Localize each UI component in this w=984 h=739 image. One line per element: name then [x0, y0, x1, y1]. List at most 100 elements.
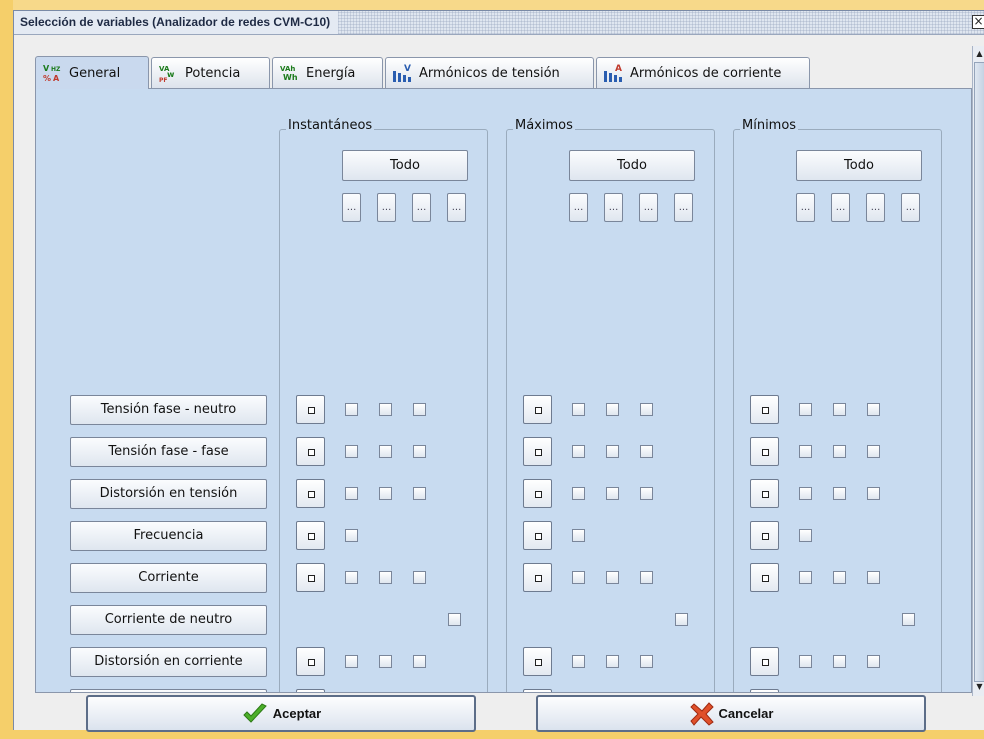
row-select-all-toggle[interactable] — [750, 521, 779, 550]
variable-checkbox[interactable] — [833, 403, 846, 416]
variable-checkbox[interactable] — [379, 487, 392, 500]
neutral-current-checkbox[interactable] — [448, 613, 461, 626]
row-select-all-toggle[interactable] — [523, 479, 552, 508]
todo-button[interactable]: Todo — [796, 150, 922, 181]
phase-select-button[interactable]: ... — [604, 193, 623, 222]
variable-checkbox[interactable] — [606, 403, 619, 416]
row-select-all-toggle[interactable] — [523, 521, 552, 550]
variable-row-button[interactable]: Tensión fase - neutro — [70, 395, 267, 425]
variable-checkbox[interactable] — [345, 571, 358, 584]
vertical-scrollbar[interactable]: ▲ ▼ — [972, 46, 984, 696]
variable-checkbox[interactable] — [799, 529, 812, 542]
phase-select-button[interactable]: ... — [447, 193, 466, 222]
variable-checkbox[interactable] — [640, 445, 653, 458]
variable-checkbox[interactable] — [413, 571, 426, 584]
phase-select-button[interactable]: ... — [569, 193, 588, 222]
variable-checkbox[interactable] — [572, 487, 585, 500]
row-select-all-toggle[interactable] — [750, 647, 779, 676]
phase-select-button[interactable]: ... — [796, 193, 815, 222]
phase-select-button[interactable]: ... — [342, 193, 361, 222]
variable-checkbox[interactable] — [867, 403, 880, 416]
variable-checkbox[interactable] — [379, 571, 392, 584]
phase-select-button[interactable]: ... — [377, 193, 396, 222]
row-select-all-toggle[interactable] — [750, 437, 779, 466]
variable-checkbox[interactable] — [572, 445, 585, 458]
phase-select-button[interactable]: ... — [412, 193, 431, 222]
variable-checkbox[interactable] — [640, 655, 653, 668]
variable-row-button[interactable]: Corriente — [70, 563, 267, 593]
variable-row-button[interactable]: Distorsión en corriente — [70, 647, 267, 677]
variable-checkbox[interactable] — [799, 445, 812, 458]
variable-checkbox[interactable] — [379, 655, 392, 668]
row-select-all-toggle[interactable] — [750, 479, 779, 508]
tab-armonicos-tension[interactable]: V Armónicos de tensión — [385, 57, 594, 88]
row-select-all-toggle[interactable] — [296, 479, 325, 508]
phase-select-button[interactable]: ... — [866, 193, 885, 222]
variable-checkbox[interactable] — [413, 487, 426, 500]
phase-select-button[interactable]: ... — [831, 193, 850, 222]
variable-checkbox[interactable] — [379, 445, 392, 458]
variable-checkbox[interactable] — [799, 403, 812, 416]
variable-checkbox[interactable] — [345, 445, 358, 458]
variable-row-button[interactable]: Frecuencia — [70, 521, 267, 551]
row-select-all-toggle[interactable] — [523, 395, 552, 424]
tab-general[interactable]: V HZ % A General — [35, 56, 149, 89]
variable-row-button[interactable]: Distorsión en tensión — [70, 479, 267, 509]
variable-row-button[interactable]: Corriente de neutro — [70, 605, 267, 635]
variable-checkbox[interactable] — [345, 403, 358, 416]
variable-checkbox[interactable] — [799, 655, 812, 668]
variable-checkbox[interactable] — [413, 403, 426, 416]
variable-checkbox[interactable] — [799, 571, 812, 584]
phase-select-button[interactable]: ... — [674, 193, 693, 222]
neutral-current-checkbox[interactable] — [902, 613, 915, 626]
row-select-all-toggle[interactable] — [750, 689, 779, 692]
variable-checkbox[interactable] — [833, 445, 846, 458]
row-select-all-toggle[interactable] — [523, 689, 552, 692]
scroll-down-icon[interactable]: ▼ — [974, 680, 984, 694]
variable-checkbox[interactable] — [345, 529, 358, 542]
variable-checkbox[interactable] — [413, 445, 426, 458]
scroll-thumb[interactable] — [974, 62, 984, 682]
variable-checkbox[interactable] — [345, 487, 358, 500]
row-select-all-toggle[interactable] — [296, 521, 325, 550]
cancel-button[interactable]: Cancelar — [536, 695, 926, 732]
row-select-all-toggle[interactable] — [296, 647, 325, 676]
variable-checkbox[interactable] — [606, 571, 619, 584]
variable-row-button[interactable]: Tensión fase - fase — [70, 437, 267, 467]
close-icon[interactable]: × — [972, 15, 984, 29]
variable-checkbox[interactable] — [413, 655, 426, 668]
variable-checkbox[interactable] — [867, 487, 880, 500]
row-select-all-toggle[interactable] — [750, 395, 779, 424]
row-select-all-toggle[interactable] — [296, 563, 325, 592]
todo-button[interactable]: Todo — [342, 150, 468, 181]
row-select-all-toggle[interactable] — [523, 437, 552, 466]
phase-select-button[interactable]: ... — [639, 193, 658, 222]
variable-checkbox[interactable] — [345, 655, 358, 668]
variable-checkbox[interactable] — [867, 655, 880, 668]
variable-checkbox[interactable] — [606, 445, 619, 458]
variable-checkbox[interactable] — [640, 403, 653, 416]
variable-checkbox[interactable] — [572, 529, 585, 542]
variable-row-button[interactable] — [70, 689, 267, 692]
variable-checkbox[interactable] — [833, 487, 846, 500]
variable-checkbox[interactable] — [572, 655, 585, 668]
row-select-all-toggle[interactable] — [523, 647, 552, 676]
row-select-all-toggle[interactable] — [296, 437, 325, 466]
row-select-all-toggle[interactable] — [296, 395, 325, 424]
variable-checkbox[interactable] — [833, 655, 846, 668]
tab-energia[interactable]: VAh Wh Energía — [272, 57, 383, 88]
variable-checkbox[interactable] — [379, 403, 392, 416]
accept-button[interactable]: Aceptar — [86, 695, 476, 732]
variable-checkbox[interactable] — [867, 571, 880, 584]
variable-checkbox[interactable] — [572, 403, 585, 416]
scroll-up-icon[interactable]: ▲ — [974, 47, 984, 61]
variable-checkbox[interactable] — [606, 655, 619, 668]
tab-potencia[interactable]: VA w PF Potencia — [151, 57, 270, 88]
variable-checkbox[interactable] — [799, 487, 812, 500]
variable-checkbox[interactable] — [833, 571, 846, 584]
phase-select-button[interactable]: ... — [901, 193, 920, 222]
row-select-all-toggle[interactable] — [296, 689, 325, 692]
variable-checkbox[interactable] — [572, 571, 585, 584]
tab-armonicos-corriente[interactable]: A Armónicos de corriente — [596, 57, 810, 88]
todo-button[interactable]: Todo — [569, 150, 695, 181]
